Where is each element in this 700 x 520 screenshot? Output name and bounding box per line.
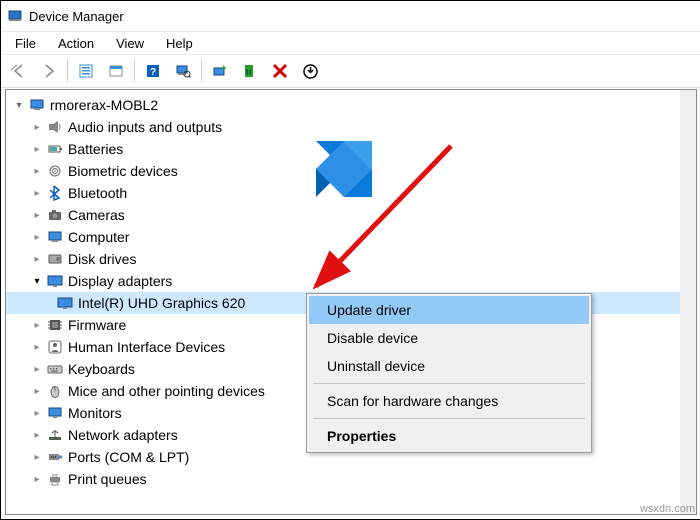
expand-icon[interactable]: ▸ xyxy=(30,384,44,398)
category-icon xyxy=(46,185,64,201)
category-label: Firmware xyxy=(68,317,126,333)
category-icon xyxy=(46,471,64,487)
category-label: Cameras xyxy=(68,207,125,223)
category-icon xyxy=(46,229,64,245)
category-label: Display adapters xyxy=(68,273,172,289)
app-icon xyxy=(7,8,23,24)
expand-icon[interactable]: ▸ xyxy=(30,208,44,222)
separator xyxy=(134,60,135,82)
show-hidden-button[interactable] xyxy=(72,57,100,85)
expand-icon[interactable]: ▸ xyxy=(30,164,44,178)
separator xyxy=(67,60,68,82)
expand-icon[interactable]: ▸ xyxy=(30,428,44,442)
tree-category[interactable]: ▸ Computer xyxy=(6,226,696,248)
expand-icon[interactable]: ▸ xyxy=(30,472,44,486)
expand-icon[interactable]: ▸ xyxy=(30,120,44,134)
enable-button[interactable] xyxy=(296,57,324,85)
separator xyxy=(313,418,585,419)
svg-text:?: ? xyxy=(150,67,156,78)
category-label: Keyboards xyxy=(68,361,135,377)
tree-category[interactable]: ▸ Audio inputs and outputs xyxy=(6,116,696,138)
expand-icon[interactable]: ▸ xyxy=(30,142,44,156)
category-label: Audio inputs and outputs xyxy=(68,119,222,135)
expand-icon[interactable]: ▸ xyxy=(30,340,44,354)
expand-icon[interactable]: ▸ xyxy=(30,362,44,376)
scrollbar[interactable] xyxy=(680,90,696,514)
tree-category[interactable]: ▾ Display adapters xyxy=(6,270,696,292)
menu-view[interactable]: View xyxy=(106,34,154,53)
separator xyxy=(313,383,585,384)
toolbar: ? xyxy=(1,54,700,88)
category-icon xyxy=(46,405,64,421)
uninstall-button[interactable] xyxy=(236,57,264,85)
device-label: Intel(R) UHD Graphics 620 xyxy=(78,295,245,311)
category-icon xyxy=(46,251,64,267)
disable-button[interactable] xyxy=(266,57,294,85)
category-label: Batteries xyxy=(68,141,123,157)
tree-category[interactable]: ▸ Cameras xyxy=(6,204,696,226)
category-label: Computer xyxy=(68,229,129,245)
help-button[interactable]: ? xyxy=(139,57,167,85)
category-label: Bluetooth xyxy=(68,185,127,201)
expand-icon[interactable]: ▾ xyxy=(30,274,44,288)
menu-properties[interactable]: Properties xyxy=(309,422,589,450)
category-label: Biometric devices xyxy=(68,163,178,179)
menu-help[interactable]: Help xyxy=(156,34,203,53)
category-icon xyxy=(46,449,64,465)
category-icon xyxy=(46,163,64,179)
expand-icon[interactable]: ▸ xyxy=(30,450,44,464)
collapse-icon[interactable]: ▾ xyxy=(12,98,26,112)
properties-button[interactable] xyxy=(102,57,130,85)
menu-uninstall-device[interactable]: Uninstall device xyxy=(309,352,589,380)
computer-icon xyxy=(28,97,46,113)
root-node[interactable]: ▾ rmorerax-MOBL2 xyxy=(6,94,696,116)
update-driver-button[interactable] xyxy=(206,57,234,85)
back-button[interactable] xyxy=(5,57,33,85)
category-icon xyxy=(46,383,64,399)
category-label: Monitors xyxy=(68,405,122,421)
menu-disable-device[interactable]: Disable device xyxy=(309,324,589,352)
category-label: Human Interface Devices xyxy=(68,339,225,355)
display-adapter-icon xyxy=(56,295,74,311)
expand-icon[interactable]: ▸ xyxy=(30,186,44,200)
expand-icon[interactable]: ▸ xyxy=(30,230,44,244)
category-label: Print queues xyxy=(68,471,147,487)
category-icon xyxy=(46,141,64,157)
expand-icon[interactable]: ▸ xyxy=(30,252,44,266)
category-icon xyxy=(46,273,64,289)
menubar: File Action View Help xyxy=(1,32,700,54)
category-icon xyxy=(46,361,64,377)
category-label: Disk drives xyxy=(68,251,136,267)
category-label: Mice and other pointing devices xyxy=(68,383,265,399)
separator xyxy=(201,60,202,82)
expand-icon[interactable]: ▸ xyxy=(30,318,44,332)
tree-category[interactable]: ▸ Disk drives xyxy=(6,248,696,270)
context-menu: Update driver Disable device Uninstall d… xyxy=(306,293,592,453)
menu-file[interactable]: File xyxy=(5,34,46,53)
category-icon xyxy=(46,339,64,355)
menu-action[interactable]: Action xyxy=(48,34,104,53)
root-label: rmorerax-MOBL2 xyxy=(50,97,158,113)
scan-hardware-button[interactable] xyxy=(169,57,197,85)
category-icon xyxy=(46,119,64,135)
category-icon xyxy=(46,427,64,443)
menu-scan-hardware[interactable]: Scan for hardware changes xyxy=(309,387,589,415)
category-icon xyxy=(46,207,64,223)
forward-button[interactable] xyxy=(35,57,63,85)
watermark: wsxdn.com xyxy=(640,503,695,515)
expand-icon[interactable]: ▸ xyxy=(30,406,44,420)
category-label: Ports (COM & LPT) xyxy=(68,449,189,465)
category-label: Network adapters xyxy=(68,427,178,443)
menu-update-driver[interactable]: Update driver xyxy=(309,296,589,324)
logo-overlay xyxy=(316,141,372,197)
category-icon xyxy=(46,317,64,333)
tree-category[interactable]: ▸ Print queues xyxy=(6,468,696,490)
window-title: Device Manager xyxy=(29,9,124,24)
